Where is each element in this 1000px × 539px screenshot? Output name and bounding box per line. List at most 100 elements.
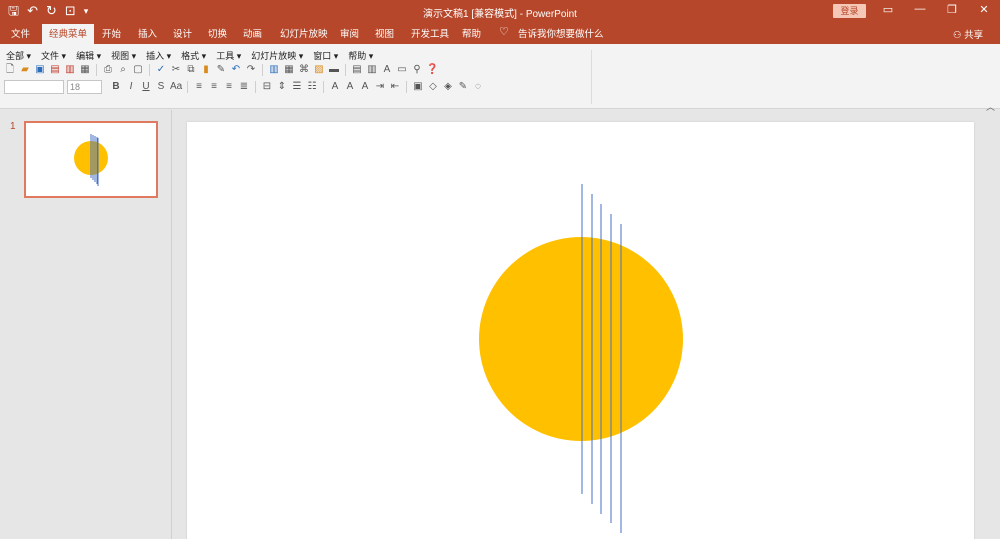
text-direction-icon[interactable]: A: [381, 64, 393, 76]
slide-canvas[interactable]: [187, 122, 974, 539]
formatting-toolbar-row: B I U S Aa ≡ ≡ ≡ ≣ ⊟ ⇕ ☰ ☷ A A A ⇥ ⇤ ▣ ◇…: [110, 81, 484, 93]
menu-all[interactable]: 全部 ▾: [6, 49, 31, 62]
align-text-icon[interactable]: ⊟: [261, 81, 273, 93]
increase-indent-icon[interactable]: ⇥: [374, 81, 386, 93]
tab-home[interactable]: 开始: [102, 26, 121, 40]
person-icon: ⚇: [953, 30, 962, 41]
open-icon[interactable]: ▰: [19, 64, 31, 76]
menu-view[interactable]: 视图 ▾: [111, 49, 136, 62]
share-label: 共享: [964, 30, 984, 41]
shapes-icon[interactable]: ◇: [427, 81, 439, 93]
italic-icon[interactable]: I: [125, 81, 137, 93]
tab-file[interactable]: 文件: [11, 26, 30, 40]
ribbon-display-options-icon[interactable]: ▭: [878, 3, 898, 16]
slide-thumbnail-pane: 1: [0, 110, 172, 539]
decrease-indent-icon[interactable]: ⇤: [389, 81, 401, 93]
toolbar-separator: [323, 81, 324, 93]
classic-menu-bar: 全部 ▾ 文件 ▾ 编辑 ▾ 视图 ▾ 插入 ▾ 格式 ▾ 工具 ▾ 幻灯片放映…: [6, 49, 373, 62]
tab-view[interactable]: 视图: [375, 26, 394, 40]
tab-transitions[interactable]: 切换: [208, 26, 227, 40]
underline-icon[interactable]: U: [140, 81, 152, 93]
numbering-icon[interactable]: ☷: [306, 81, 318, 93]
toolbar-separator: [406, 81, 407, 93]
line-spacing-icon[interactable]: ⇕: [276, 81, 288, 93]
chart-icon[interactable]: ▥: [268, 64, 280, 76]
slide-thumbnail[interactable]: [24, 121, 158, 198]
permission-icon[interactable]: ▦: [79, 64, 91, 76]
yellow-circle-shape[interactable]: [479, 237, 683, 441]
bold-icon[interactable]: B: [110, 81, 122, 93]
tab-classic-menu[interactable]: 经典菜单: [42, 24, 95, 44]
toolbar-separator: [187, 81, 188, 93]
tab-slide-show[interactable]: 幻灯片放映: [280, 26, 328, 40]
spelling-icon[interactable]: ✓: [155, 64, 167, 76]
hyperlink-icon[interactable]: ⌘: [298, 64, 310, 76]
toolbar-separator: [149, 64, 150, 76]
save-icon[interactable]: ▣: [34, 64, 46, 76]
minimize-button[interactable]: —: [910, 3, 930, 15]
tab-insert[interactable]: 插入: [138, 26, 157, 40]
collapse-ribbon-icon[interactable]: ︿: [986, 100, 995, 113]
menu-slide-show[interactable]: 幻灯片放映 ▾: [251, 49, 303, 62]
table-icon[interactable]: ▦: [283, 64, 295, 76]
print-icon[interactable]: ⎙: [102, 64, 114, 76]
menu-tools[interactable]: 工具 ▾: [216, 49, 241, 62]
increase-font-icon[interactable]: A: [344, 81, 356, 93]
paste-icon[interactable]: ▮: [200, 64, 212, 76]
toolbar-separator: [255, 81, 256, 93]
new-icon[interactable]: 🗋: [4, 64, 16, 76]
change-case-icon[interactable]: Aa: [170, 81, 182, 93]
bullets-icon[interactable]: ☰: [291, 81, 303, 93]
lightbulb-icon: ♡: [499, 26, 509, 38]
strikethrough-icon[interactable]: S: [155, 81, 167, 93]
align-center-icon[interactable]: ≡: [208, 81, 220, 93]
decrease-font-icon[interactable]: A: [359, 81, 371, 93]
font-name-field[interactable]: [4, 80, 64, 94]
tab-developer[interactable]: 开发工具: [411, 26, 449, 40]
shape-effects-icon[interactable]: ◌: [472, 81, 484, 93]
zoom-icon[interactable]: ⚲: [411, 64, 423, 76]
login-button[interactable]: 登录: [833, 4, 866, 18]
slide-number: 1: [10, 121, 16, 132]
title-bar: 🖫 ↶ ↻ ⊡ ▾ 演示文稿1 [兼容模式] - PowerPoint 登录 ▭…: [0, 0, 1000, 22]
justify-icon[interactable]: ≣: [238, 81, 250, 93]
print-preview-icon[interactable]: ▤: [49, 64, 61, 76]
tab-help[interactable]: 帮助: [462, 26, 481, 40]
font-size-field[interactable]: 18: [67, 80, 102, 94]
align-right-icon[interactable]: ≡: [223, 81, 235, 93]
tab-design[interactable]: 设计: [173, 26, 192, 40]
columns-icon[interactable]: ▥: [366, 64, 378, 76]
restore-button[interactable]: ❐: [942, 3, 962, 16]
menu-format[interactable]: 格式 ▾: [181, 49, 206, 62]
shape-outline-icon[interactable]: ✎: [457, 81, 469, 93]
menu-window[interactable]: 窗口 ▾: [313, 49, 338, 62]
align-left-icon[interactable]: ≡: [193, 81, 205, 93]
redo-icon[interactable]: ↷: [245, 64, 257, 76]
menu-edit[interactable]: 编辑 ▾: [76, 49, 101, 62]
export-pdf-icon[interactable]: ▥: [64, 64, 76, 76]
preview-icon[interactable]: ⌕: [117, 64, 129, 76]
cut-icon[interactable]: ✂: [170, 64, 182, 76]
arrange-icon[interactable]: ▣: [412, 81, 424, 93]
undo-icon[interactable]: ↶: [230, 64, 242, 76]
toolbar-separator: [96, 64, 97, 76]
standard-toolbar-row: 🗋 ▰ ▣ ▤ ▥ ▦ ⎙ ⌕ ▢ ✓ ✂ ⧉ ▮ ✎ ↶ ↷ ▥ ▦ ⌘ ▨ …: [4, 64, 438, 76]
comment-icon[interactable]: ▭: [396, 64, 408, 76]
share-button[interactable]: ⚇ 共享: [953, 27, 983, 41]
slide-layout-icon[interactable]: ▤: [351, 64, 363, 76]
picture-icon[interactable]: ▨: [313, 64, 325, 76]
menu-insert[interactable]: 插入 ▾: [146, 49, 171, 62]
copy-icon[interactable]: ⧉: [185, 64, 197, 76]
tab-review[interactable]: 审阅: [340, 26, 359, 40]
menu-file[interactable]: 文件 ▾: [41, 49, 66, 62]
font-color-icon[interactable]: A: [329, 81, 341, 93]
menu-help[interactable]: 帮助 ▾: [348, 49, 373, 62]
tab-animations[interactable]: 动画: [243, 26, 262, 40]
tell-me-search[interactable]: 告诉我你想要做什么: [518, 26, 604, 40]
help-icon[interactable]: ❓: [426, 64, 438, 76]
textbox-icon[interactable]: ▬: [328, 64, 340, 76]
layout-icon[interactable]: ▢: [132, 64, 144, 76]
shape-fill-icon[interactable]: ◈: [442, 81, 454, 93]
format-painter-icon[interactable]: ✎: [215, 64, 227, 76]
close-button[interactable]: ✕: [974, 3, 994, 16]
